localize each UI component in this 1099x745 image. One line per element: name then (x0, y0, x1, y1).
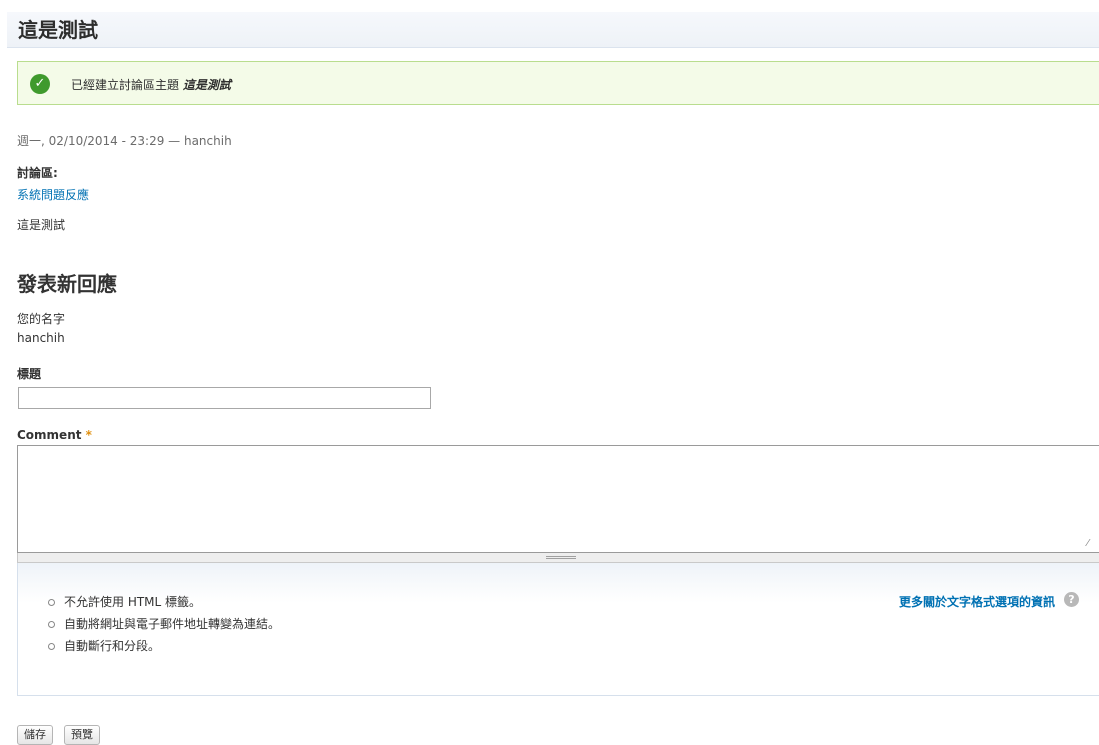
name-value: hanchih (17, 331, 65, 345)
comment-label: Comment * (17, 428, 92, 442)
list-item: 自動斷行和分段。 (48, 635, 280, 657)
text-format-tips: 不允許使用 HTML 標籤。 自動將網址與電子郵件地址轉變為連結。 自動斷行和分… (17, 563, 1099, 696)
check-icon: ✓ (30, 74, 50, 94)
status-prefix: 已經建立討論區主題 (71, 78, 180, 92)
status-text: 已經建立討論區主題 這是測試 (71, 76, 231, 93)
forum-label: 討論區: (17, 166, 58, 180)
format-tips-list: 不允許使用 HTML 標籤。 自動將網址與電子郵件地址轉變為連結。 自動斷行和分… (48, 591, 280, 657)
question-mark-icon[interactable]: ? (1064, 592, 1079, 607)
grippie-icon (546, 556, 576, 559)
page-title: 這是測試 (18, 18, 98, 42)
list-item: 自動將網址與電子郵件地址轉變為連結。 (48, 613, 280, 635)
subject-input[interactable] (18, 387, 431, 409)
node-body: 這是測試 (17, 218, 66, 232)
preview-button[interactable]: 預覽 (64, 725, 100, 745)
page: 這是測試 ✓ 已經建立討論區主題 這是測試 週一, 02/10/2014 - 2… (0, 0, 1099, 745)
forum-link[interactable]: 系統問題反應 (17, 186, 89, 203)
comment-form-heading: 發表新回應 (17, 272, 117, 296)
save-button[interactable]: 儲存 (17, 725, 53, 745)
comment-textarea[interactable] (17, 445, 1099, 553)
textarea-resize-handle[interactable] (17, 553, 1099, 563)
required-mark: * (85, 428, 92, 442)
status-title: 這是測試 (182, 78, 231, 92)
comment-label-text: Comment (17, 428, 82, 442)
more-format-info-link[interactable]: 更多關於文字格式選項的資訊 (899, 593, 1055, 610)
resize-corner-icon[interactable]: ⁄ (1087, 539, 1097, 549)
name-label: 您的名字 (17, 312, 66, 326)
list-item: 不允許使用 HTML 標籤。 (48, 591, 280, 613)
status-message: ✓ 已經建立討論區主題 這是測試 (17, 61, 1099, 105)
submitted-meta: 週一, 02/10/2014 - 23:29 — hanchih (17, 134, 232, 148)
page-title-bar: 這是測試 (7, 12, 1099, 48)
subject-label: 標題 (17, 367, 42, 381)
